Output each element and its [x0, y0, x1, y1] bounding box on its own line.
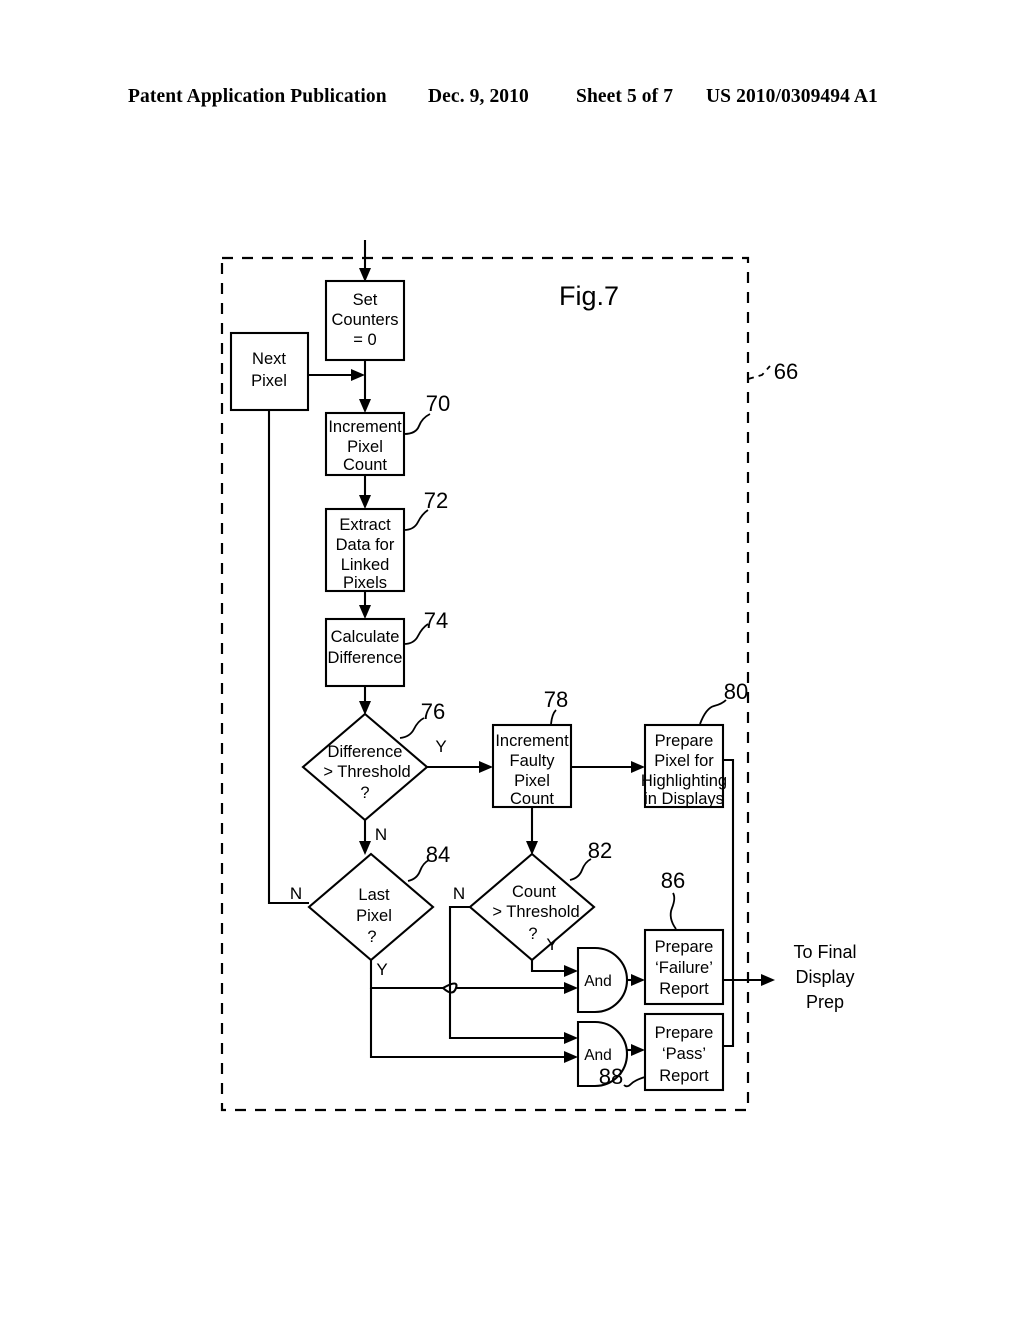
failure-line-2: ‘Failure’ — [655, 959, 713, 977]
ref-86: 86 — [661, 868, 685, 893]
edge-lastpixel-no-feedback — [267, 410, 309, 905]
label-count-yes: Y — [546, 935, 557, 954]
ref-86-leader — [669, 892, 677, 930]
failure-line-3: Report — [659, 980, 709, 998]
failure-line-1: Prepare — [655, 938, 714, 956]
edge-bottom-and-arrowhead — [631, 1044, 645, 1056]
edge-pass-to-rail — [723, 980, 735, 1048]
edge-highlight-to-rail — [723, 758, 735, 980]
and-gate-bottom-label: And — [584, 1047, 612, 1064]
edge-extract-arrowhead — [359, 605, 371, 619]
label-lastpixel-yes: Y — [376, 960, 387, 979]
edge-lastpixel-yes-bottom-arrowhead — [564, 1051, 578, 1063]
edge-increment-arrowhead — [359, 495, 371, 509]
ref-88: 88 — [599, 1064, 623, 1089]
pass-line-2: ‘Pass’ — [662, 1045, 706, 1063]
ref-80-leader — [699, 699, 727, 725]
edge-diamond82-yes-arrowhead — [564, 965, 578, 977]
label-difference-no: N — [375, 825, 387, 844]
ref-80: 80 — [724, 679, 748, 704]
edge-lastpixel-yes-top-arrowhead — [564, 982, 578, 994]
input-arrowhead — [359, 268, 371, 282]
final-output-arrowhead — [761, 974, 775, 986]
final-output-line-1: To Final — [793, 942, 856, 962]
set-counters-line-3: = 0 — [353, 331, 376, 349]
edge-diamond76-yes-arrowhead — [479, 761, 493, 773]
ref-66: 66 — [774, 359, 798, 384]
diamond84-line-2: Pixel — [356, 907, 392, 925]
diamond82-line-2: > Threshold — [492, 903, 579, 921]
ref-82: 82 — [588, 838, 612, 863]
edge-lastpixel-yes-to-bottom-and — [369, 988, 569, 1059]
edge-top-and-arrowhead — [631, 974, 645, 986]
set-counters-line-1: Set — [353, 291, 378, 309]
label-lastpixel-no: N — [290, 884, 302, 903]
edge-setcounters-arrowhead — [359, 399, 371, 413]
increment-pixel-line-3: Count — [343, 456, 387, 474]
faulty-line-2: Faulty — [510, 752, 556, 770]
edge-diamond82-yes — [530, 960, 569, 973]
final-output-line-3: Prep — [806, 992, 844, 1012]
diamond82-line-3: ? — [528, 925, 537, 943]
label-difference-yes: Y — [435, 737, 446, 756]
calculate-line-2: Difference — [328, 649, 403, 667]
ref-70: 70 — [426, 391, 450, 416]
ref-78: 78 — [544, 687, 568, 712]
highlight-line-2: Pixel for — [654, 752, 714, 770]
ref-72: 72 — [424, 488, 448, 513]
ref-88-leader — [623, 1076, 646, 1088]
ref-76: 76 — [421, 699, 445, 724]
increment-pixel-line-2: Pixel — [347, 438, 383, 456]
ref-84: 84 — [426, 842, 450, 867]
edge-nextpixel-arrowhead — [351, 369, 365, 381]
figure-7-flowchart: Fig.7 66 Set Counters = 0 Next Pixel Inc… — [220, 240, 857, 1112]
next-pixel-line-1: Next — [252, 350, 286, 368]
diamond84-line-1: Last — [358, 886, 390, 904]
ref-78-leader — [550, 709, 557, 725]
ref-70-leader — [403, 413, 431, 435]
faulty-line-3: Pixel — [514, 772, 550, 790]
pass-line-3: Report — [659, 1067, 709, 1085]
diamond76-line-3: ? — [360, 784, 369, 802]
increment-pixel-line-1: Increment — [328, 418, 402, 436]
ref-72-leader — [403, 509, 429, 531]
highlight-line-1: Prepare — [655, 732, 714, 750]
edge-diamond76-no-arrowhead — [359, 841, 371, 855]
pass-line-1: Prepare — [655, 1024, 714, 1042]
set-counters-line-2: Counters — [332, 311, 399, 329]
label-count-no: N — [453, 884, 465, 903]
calculate-line-1: Calculate — [331, 628, 400, 646]
faulty-line-1: Increment — [495, 732, 569, 750]
extract-line-4: Pixels — [343, 574, 387, 592]
highlight-line-3: Highlighting — [641, 772, 727, 790]
diamond76-line-1: Difference — [328, 743, 403, 761]
edge-diamond82-no-arrowhead — [564, 1032, 578, 1044]
highlight-line-4: in Displays — [644, 790, 724, 808]
next-pixel-line-2: Pixel — [251, 372, 287, 390]
extract-line-2: Data for — [336, 536, 395, 554]
diamond76-line-2: > Threshold — [323, 763, 410, 781]
extract-line-3: Linked — [341, 556, 390, 574]
boundary-ref-leader — [747, 365, 771, 380]
figure-title: Fig.7 — [559, 281, 619, 311]
and-gate-top-label: And — [584, 973, 612, 990]
diamond82-line-1: Count — [512, 883, 556, 901]
final-output-line-2: Display — [795, 967, 854, 987]
diamond84-line-3: ? — [367, 928, 376, 946]
ref-74: 74 — [424, 608, 448, 633]
extract-line-1: Extract — [339, 516, 391, 534]
faulty-line-4: Count — [510, 790, 554, 808]
patent-sheet: Patent Application Publication Dec. 9, 2… — [0, 0, 1024, 1320]
